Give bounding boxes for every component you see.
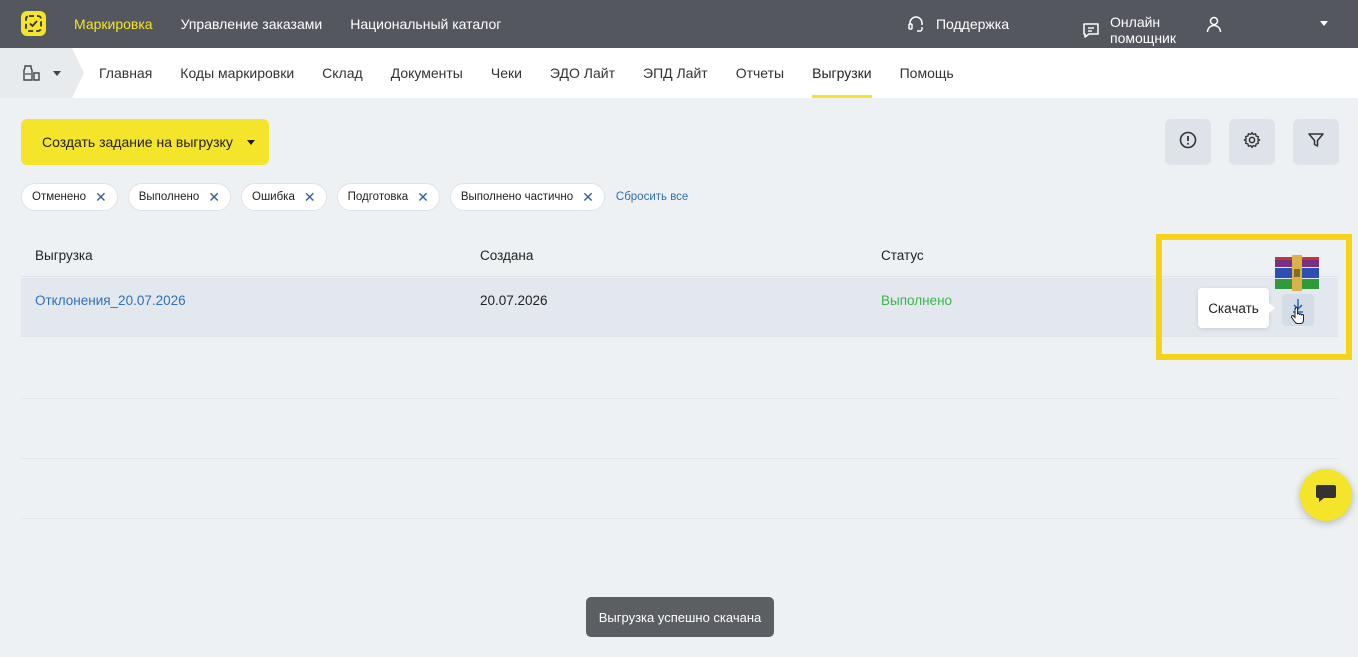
product-bottles-icon	[22, 63, 42, 88]
download-tooltip-text: Скачать	[1208, 300, 1259, 316]
support-label: Поддержка	[935, 16, 1009, 32]
chat-bubble-icon	[1082, 20, 1100, 40]
table-row[interactable]: Отклонения_20.07.2026 20.07.2026 Выполне…	[21, 278, 1338, 337]
filter-chip-label: Отменено	[32, 191, 87, 203]
archive-file-icon	[1275, 255, 1319, 296]
chat-icon	[1315, 483, 1337, 508]
filter-chip: Отменено ✕	[21, 183, 118, 211]
support-link[interactable]: Поддержка	[906, 14, 1009, 34]
filter-chips: Отменено ✕ Выполнено ✕ Ошибка ✕ Подготов…	[21, 183, 688, 211]
assistant-link[interactable]: Онлайн помощник	[1082, 14, 1178, 46]
filter-icon	[1307, 131, 1325, 154]
row-divider	[21, 458, 1338, 459]
user-icon[interactable]	[1204, 14, 1224, 34]
column-header-created[interactable]: Создана	[480, 248, 533, 263]
caret-down-icon	[246, 139, 255, 145]
chat-fab-button[interactable]	[1300, 469, 1352, 521]
tab-documents[interactable]: Документы	[391, 48, 463, 98]
top-nav: Маркировка Управление заказами Националь…	[74, 0, 501, 48]
close-icon[interactable]: ✕	[208, 190, 220, 204]
tab-epd-lite[interactable]: ЭПД Лайт	[643, 48, 708, 98]
row-divider	[21, 398, 1338, 399]
column-header-status[interactable]: Статус	[881, 248, 924, 263]
column-header-export[interactable]: Выгрузка	[35, 248, 93, 263]
reset-filters-link[interactable]: Сбросить все	[616, 191, 688, 203]
table-header: Выгрузка Создана Статус	[21, 234, 1338, 277]
filter-chip: Выполнено ✕	[127, 183, 231, 211]
top-nav-marking[interactable]: Маркировка	[74, 16, 153, 32]
close-icon[interactable]: ✕	[417, 190, 429, 204]
toast-notification: Выгрузка успешно скачана	[586, 597, 774, 637]
filter-chip-label: Выполнено	[138, 191, 200, 203]
close-icon[interactable]: ✕	[582, 190, 594, 204]
tab-reports[interactable]: Отчеты	[736, 48, 784, 98]
filter-chip-label: Выполнено частично	[460, 191, 574, 203]
top-bar: Маркировка Управление заказами Националь…	[0, 0, 1358, 48]
tab-codes[interactable]: Коды маркировки	[180, 48, 294, 98]
tab-warehouse[interactable]: Склад	[322, 48, 363, 98]
info-icon	[1179, 131, 1197, 154]
chevron-down-icon	[53, 71, 61, 76]
status-badge: Выполнено	[881, 293, 953, 308]
close-icon[interactable]: ✕	[95, 190, 107, 204]
close-icon[interactable]: ✕	[304, 190, 316, 204]
settings-button[interactable]	[1229, 119, 1275, 165]
filter-chip: Подготовка ✕	[336, 183, 440, 211]
filter-chip-label: Подготовка	[347, 191, 409, 203]
top-nav-catalog[interactable]: Национальный каталог	[350, 16, 501, 32]
info-button[interactable]	[1165, 119, 1211, 165]
create-export-button[interactable]: Создать задание на выгрузку	[21, 119, 269, 165]
tab-receipts[interactable]: Чеки	[491, 48, 522, 98]
tab-edo-lite[interactable]: ЭДО Лайт	[550, 48, 615, 98]
filter-button[interactable]	[1293, 119, 1339, 165]
filter-chip-label: Ошибка	[252, 191, 295, 203]
headset-icon	[906, 14, 926, 34]
export-name-link[interactable]: Отклонения_20.07.2026	[35, 293, 186, 308]
toast-text: Выгрузка успешно скачана	[598, 609, 762, 625]
tab-exports[interactable]: Выгрузки	[812, 48, 872, 98]
account-chevron-down-icon[interactable]	[1320, 21, 1328, 26]
hand-cursor-icon	[1290, 307, 1305, 330]
tab-home[interactable]: Главная	[99, 48, 152, 98]
logo-icon[interactable]	[21, 11, 46, 36]
filter-chip: Выполнено частично ✕	[449, 183, 605, 211]
tab-help[interactable]: Помощь	[900, 48, 954, 98]
assistant-label: Онлайн помощник	[1110, 14, 1177, 46]
top-nav-orders[interactable]: Управление заказами	[181, 16, 323, 32]
download-button[interactable]	[1282, 294, 1314, 326]
sub-nav-items: Главная Коды маркировки Склад Документы …	[99, 48, 954, 98]
filter-chip: Ошибка ✕	[241, 183, 327, 211]
create-export-label: Создать задание на выгрузку	[42, 134, 233, 150]
gear-icon	[1243, 131, 1261, 154]
sub-nav: Главная Коды маркировки Склад Документы …	[0, 48, 1358, 98]
row-divider	[21, 518, 1338, 519]
created-date: 20.07.2026	[480, 293, 548, 308]
download-tooltip: Скачать	[1198, 288, 1275, 328]
product-switcher[interactable]	[0, 48, 84, 98]
